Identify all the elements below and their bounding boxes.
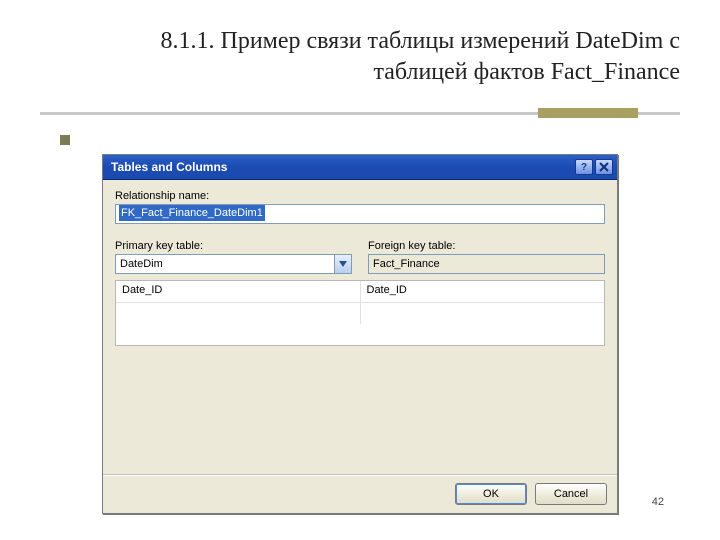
foreign-key-label: Foreign key table:: [368, 240, 605, 252]
foreign-key-value: Fact_Finance: [373, 258, 440, 270]
grid-cell-primary[interactable]: [116, 303, 361, 324]
primary-key-dropdown-button[interactable]: [334, 255, 351, 273]
primary-key-column: Primary key table: DateDim: [115, 240, 352, 274]
dialog-footer: OK Cancel: [103, 474, 617, 513]
columns-grid[interactable]: Date_ID Date_ID: [115, 280, 605, 346]
help-button[interactable]: ?: [575, 159, 593, 175]
close-icon: [599, 162, 609, 172]
foreign-key-textbox: Fact_Finance: [368, 254, 605, 274]
dialog-body: Relationship name: FK_Fact_Finance_DateD…: [103, 180, 617, 474]
relationship-name-group: Relationship name: FK_Fact_Finance_DateD…: [115, 190, 605, 224]
grid-cell-foreign[interactable]: [361, 303, 605, 324]
dialog-spacer: [115, 346, 605, 468]
grid-cell-primary[interactable]: Date_ID: [116, 281, 361, 302]
foreign-key-column: Foreign key table: Fact_Finance: [368, 240, 605, 274]
close-button[interactable]: [595, 159, 613, 175]
window-buttons: ?: [573, 159, 613, 175]
primary-key-label: Primary key table:: [115, 240, 352, 252]
tables-and-columns-dialog: Tables and Columns ? Relationship name: …: [102, 154, 618, 514]
primary-key-value: DateDim: [120, 258, 334, 270]
slide-bullet: [60, 135, 70, 145]
slide-accent: [538, 108, 638, 118]
chevron-down-icon: [339, 261, 347, 267]
relationship-name-input[interactable]: FK_Fact_Finance_DateDim1: [115, 204, 605, 224]
dialog-title: Tables and Columns: [111, 160, 573, 174]
relationship-name-value: FK_Fact_Finance_DateDim1: [119, 205, 265, 221]
relationship-name-label: Relationship name:: [115, 190, 605, 202]
grid-cell-foreign[interactable]: Date_ID: [361, 281, 605, 302]
ok-button[interactable]: OK: [455, 483, 527, 505]
grid-row[interactable]: [116, 303, 604, 324]
grid-row[interactable]: Date_ID Date_ID: [116, 281, 604, 303]
primary-key-combo[interactable]: DateDim: [115, 254, 352, 274]
slide: 8.1.1. Пример связи таблицы измерений Da…: [0, 0, 720, 540]
page-number: 42: [652, 496, 664, 508]
help-icon: ?: [581, 162, 587, 173]
cancel-button[interactable]: Cancel: [535, 483, 607, 505]
slide-title: 8.1.1. Пример связи таблицы измерений Da…: [80, 26, 680, 87]
table-selectors: Primary key table: DateDim Foreign key t…: [115, 240, 605, 274]
dialog-titlebar[interactable]: Tables and Columns ?: [103, 155, 617, 180]
